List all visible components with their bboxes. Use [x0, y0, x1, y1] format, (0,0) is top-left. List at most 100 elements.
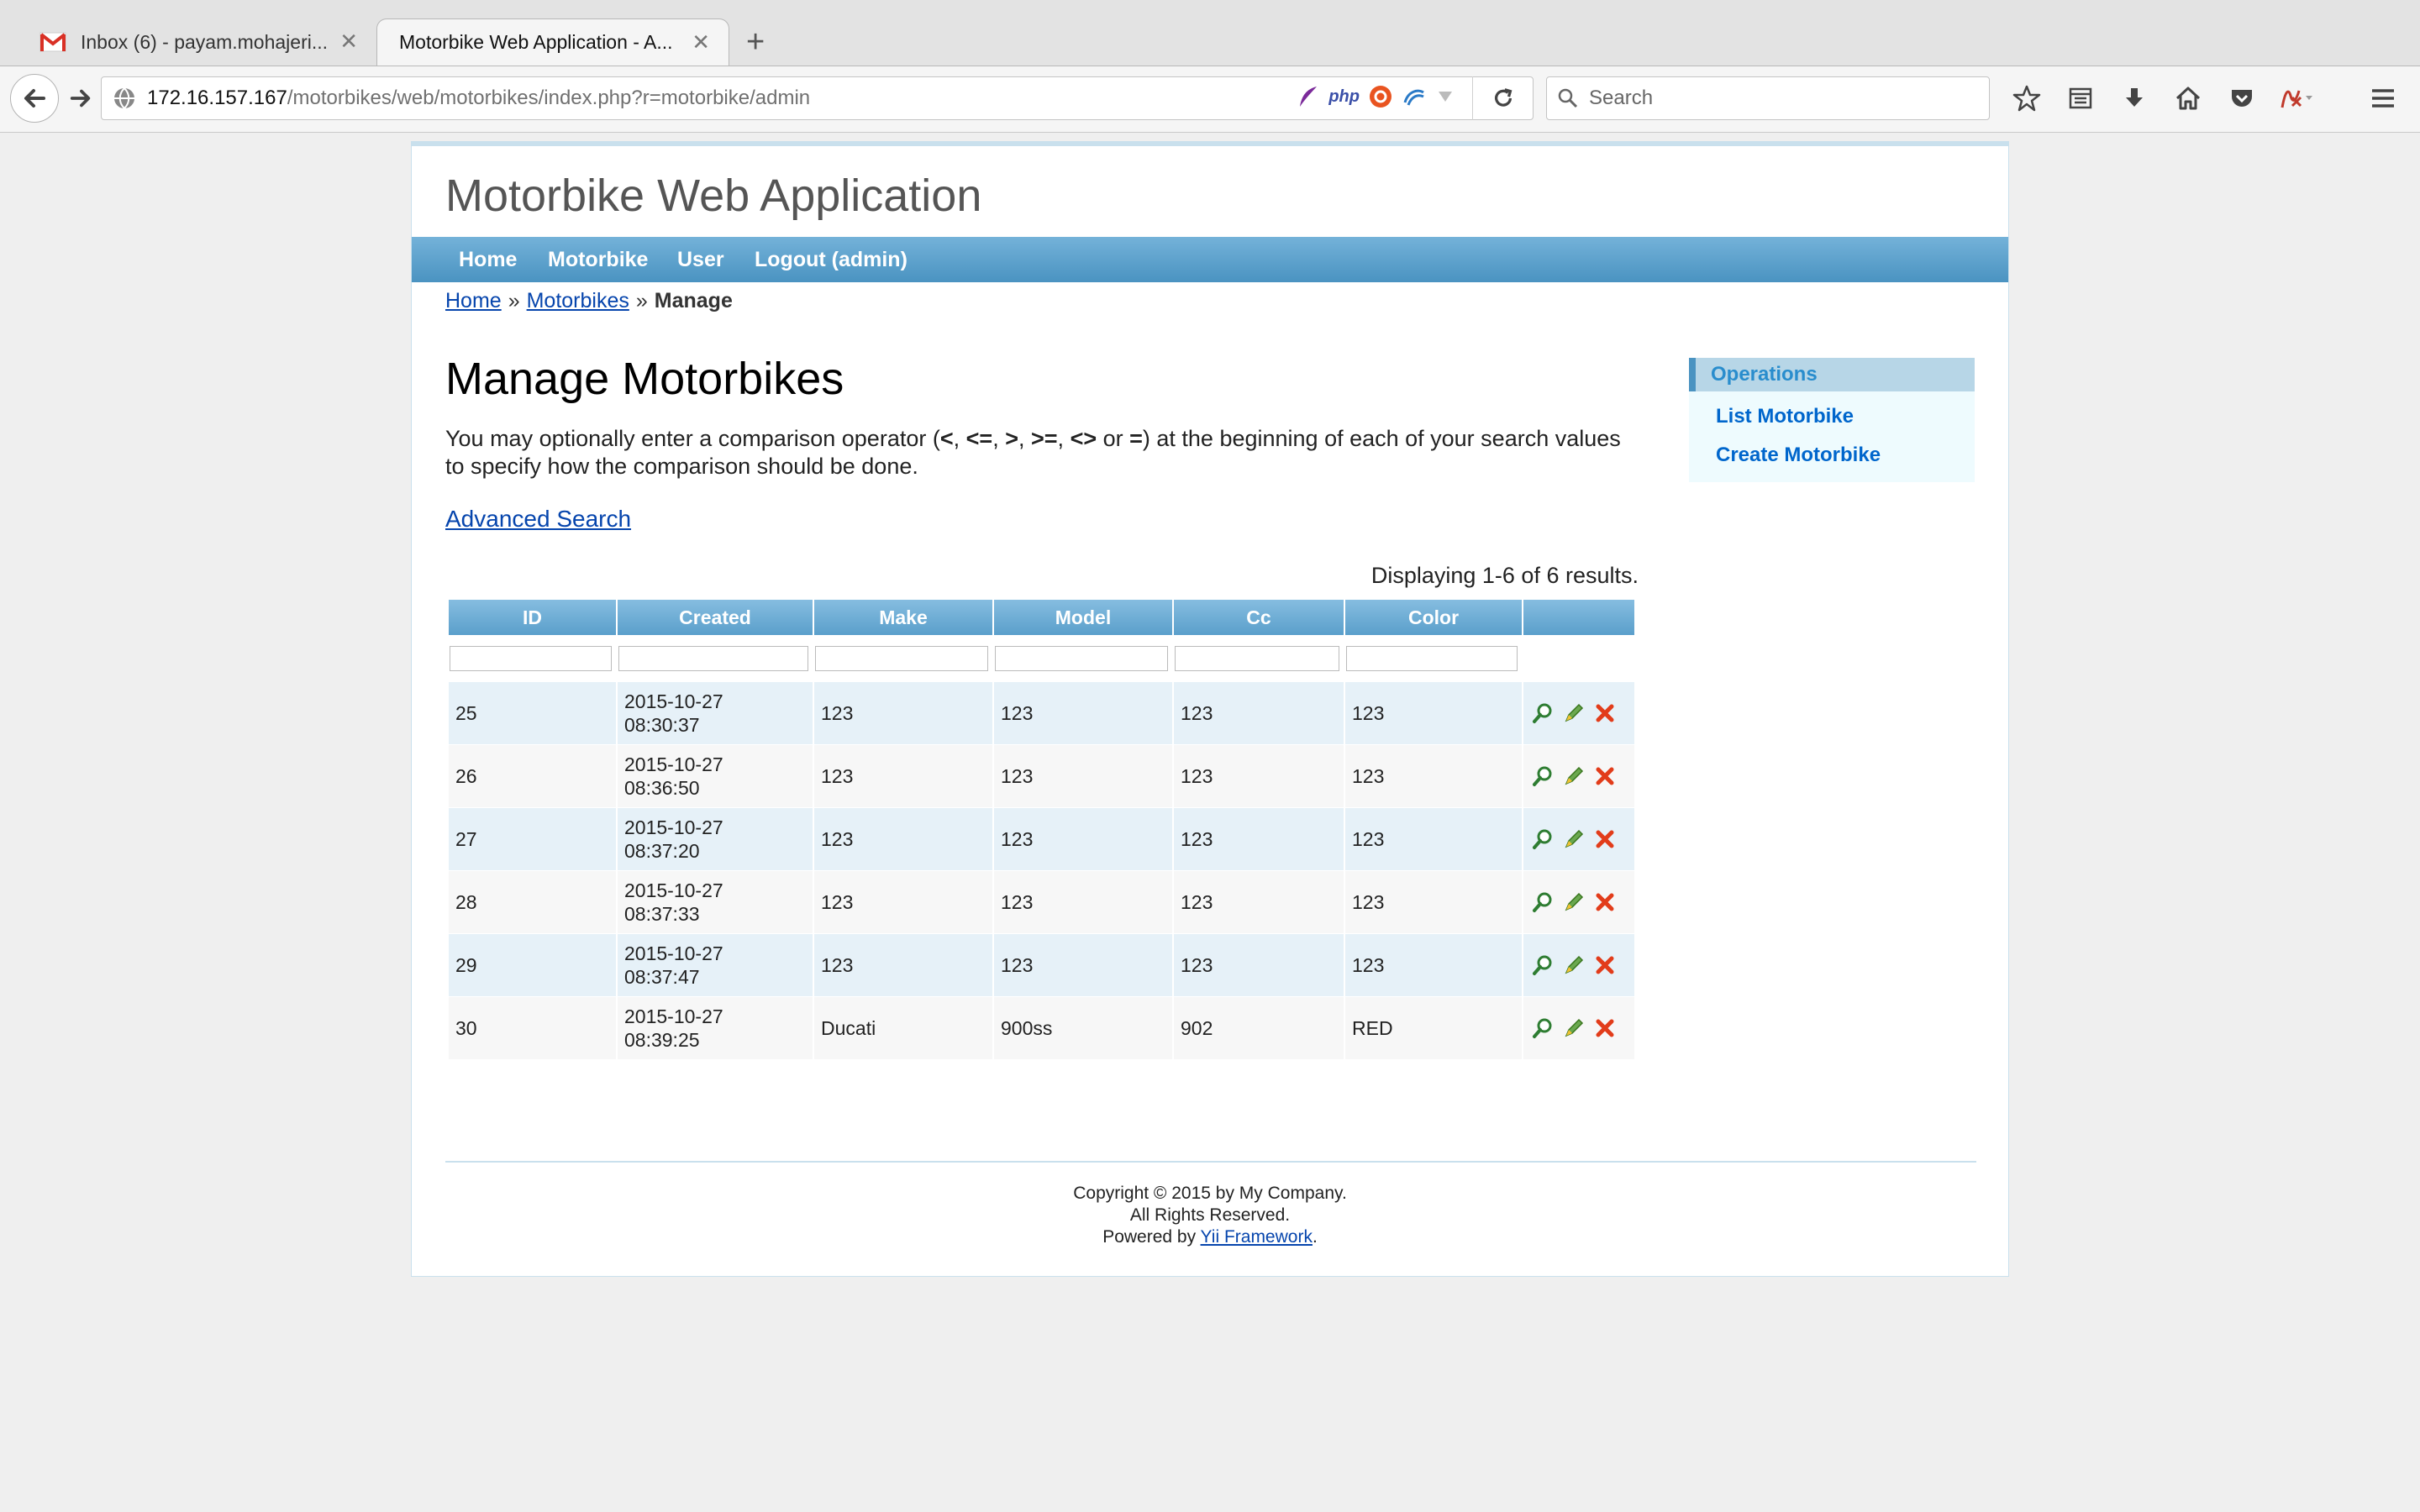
pdf-addon-icon[interactable]	[2269, 76, 2323, 120]
delete-icon[interactable]	[1592, 827, 1618, 852]
cell-created-time: 08:30:37	[624, 714, 700, 736]
column-header-make[interactable]: Make	[814, 600, 992, 635]
update-icon[interactable]	[1561, 953, 1586, 978]
reload-button[interactable]	[1472, 76, 1534, 120]
cell-color: 123	[1345, 682, 1522, 745]
filter-cc-input[interactable]	[1175, 646, 1339, 671]
column-header-cc[interactable]: Cc	[1174, 600, 1344, 635]
column-header-model[interactable]: Model	[994, 600, 1172, 635]
breadcrumb-home-link[interactable]: Home	[445, 289, 502, 312]
update-icon[interactable]	[1561, 701, 1586, 726]
php-icon[interactable]: php	[1328, 87, 1360, 107]
cell-model: 900ss	[994, 997, 1172, 1060]
results-summary: Displaying 1-6 of 6 results.	[1370, 563, 1639, 588]
breadcrumb-current: Manage	[654, 289, 733, 312]
breadcrumb-separator: »	[508, 289, 520, 312]
cell-color: 123	[1345, 745, 1522, 808]
delete-icon[interactable]	[1592, 890, 1618, 915]
footer-copyright: Copyright © 2015 by My Company.	[1073, 1184, 1347, 1203]
cell-id: 28	[449, 871, 616, 934]
cell-created-date: 2015-10-27	[624, 942, 723, 964]
filter-row	[449, 635, 1634, 682]
cell-color: RED	[1345, 997, 1522, 1060]
cell-make: 123	[814, 934, 992, 997]
cell-model: 123	[994, 682, 1172, 745]
cell-actions	[1523, 871, 1634, 934]
forward-button[interactable]	[62, 80, 99, 117]
cell-model: 123	[994, 934, 1172, 997]
filter-id-input[interactable]	[450, 646, 612, 671]
reading-list-icon[interactable]	[2054, 76, 2107, 120]
cell-color: 123	[1345, 808, 1522, 871]
menu-item-user[interactable]: User	[677, 237, 724, 282]
cell-make: Ducati	[814, 997, 992, 1060]
view-icon[interactable]	[1530, 890, 1555, 915]
tab-motorbike-app[interactable]: Motorbike Web Application - A... ✕	[376, 18, 729, 66]
yii-framework-link[interactable]: Yii Framework	[1201, 1227, 1313, 1247]
cell-cc: 123	[1174, 808, 1344, 871]
footer-powered: Powered by Yii Framework.	[1102, 1227, 1318, 1247]
column-header-id[interactable]: ID	[449, 600, 616, 635]
back-button[interactable]	[10, 74, 59, 123]
cell-cc: 123	[1174, 682, 1344, 745]
view-icon[interactable]	[1530, 701, 1555, 726]
view-icon[interactable]	[1530, 1016, 1555, 1041]
bookmark-star-icon[interactable]	[2000, 76, 2054, 120]
home-icon[interactable]	[2161, 76, 2215, 120]
column-header-created[interactable]: Created	[618, 600, 813, 635]
column-header-color[interactable]: Color	[1345, 600, 1522, 635]
view-icon[interactable]	[1530, 953, 1555, 978]
filter-created-input[interactable]	[618, 646, 808, 671]
browser-search-input[interactable]: Search	[1546, 76, 1990, 120]
ubuntu-icon[interactable]	[1368, 84, 1393, 109]
cell-id: 25	[449, 682, 616, 745]
pocket-icon[interactable]	[2215, 76, 2269, 120]
menu-item-home[interactable]: Home	[459, 237, 517, 282]
filter-color-input[interactable]	[1346, 646, 1518, 671]
breadcrumb-motorbikes-link[interactable]: Motorbikes	[527, 289, 629, 312]
update-icon[interactable]	[1561, 1016, 1586, 1041]
cell-actions	[1523, 997, 1634, 1060]
tab-gmail-inbox[interactable]: Inbox (6) - payam.mohajeri... ✕	[24, 18, 376, 66]
filter-cell	[1174, 635, 1344, 682]
browser-tab-strip: Inbox (6) - payam.mohajeri... ✕ Motorbik…	[0, 0, 2420, 66]
close-tab-icon[interactable]: ✕	[692, 29, 710, 55]
filter-make-input[interactable]	[815, 646, 988, 671]
menu-item-motorbike[interactable]: Motorbike	[548, 237, 648, 282]
pocket-arrow-icon[interactable]	[1435, 87, 1455, 107]
hamburger-menu-icon[interactable]	[2356, 76, 2410, 120]
cell-created: 2015-10-27 08:37:33	[618, 871, 813, 934]
address-bar[interactable]: 172.16.157.167/motorbikes/web/motorbikes…	[101, 76, 1534, 120]
list-motorbike-link[interactable]: List Motorbike	[1716, 405, 1854, 428]
cell-created-time: 08:36:50	[624, 777, 700, 799]
cell-created: 2015-10-27 08:30:37	[618, 682, 813, 745]
update-icon[interactable]	[1561, 827, 1586, 852]
new-tab-button[interactable]: +	[746, 22, 765, 62]
url-host: 172.16.157.167	[147, 87, 287, 109]
cell-model: 123	[994, 745, 1172, 808]
cell-created-date: 2015-10-27	[624, 1005, 723, 1027]
cell-created-time: 08:37:47	[624, 966, 700, 988]
filter-cell	[1345, 635, 1522, 682]
update-icon[interactable]	[1561, 764, 1586, 789]
update-icon[interactable]	[1561, 890, 1586, 915]
tab-label: Motorbike Web Application - A...	[399, 31, 673, 53]
view-icon[interactable]	[1530, 764, 1555, 789]
delete-icon[interactable]	[1592, 764, 1618, 789]
view-icon[interactable]	[1530, 827, 1555, 852]
cell-make: 123	[814, 808, 992, 871]
delete-icon[interactable]	[1592, 953, 1618, 978]
close-tab-icon[interactable]: ✕	[339, 29, 358, 55]
menu-item-logout[interactable]: Logout (admin)	[755, 237, 908, 282]
filter-model-input[interactable]	[995, 646, 1168, 671]
cell-created: 2015-10-27 08:39:25	[618, 997, 813, 1060]
operations-sidebar: Operations List Motorbike Create Motorbi…	[1689, 358, 1975, 482]
feather-icon[interactable]	[1295, 84, 1320, 109]
create-motorbike-link[interactable]: Create Motorbike	[1716, 444, 1881, 467]
advanced-search-link[interactable]: Advanced Search	[445, 506, 631, 533]
download-icon[interactable]	[2107, 76, 2161, 120]
delete-icon[interactable]	[1592, 1016, 1618, 1041]
delete-icon[interactable]	[1592, 701, 1618, 726]
breadcrumb-separator: »	[635, 289, 648, 312]
wave-icon[interactable]	[1402, 84, 1427, 109]
